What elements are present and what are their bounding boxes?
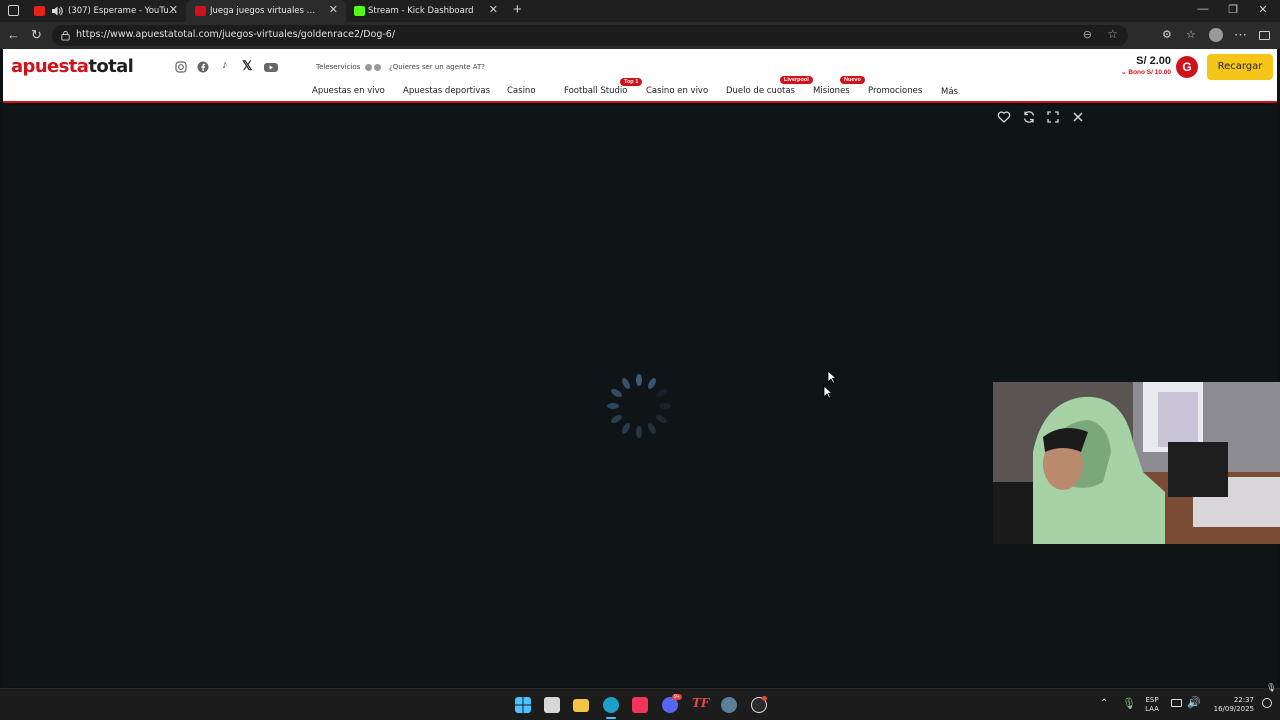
- reload-icon[interactable]: ↻: [31, 28, 42, 42]
- sidebar-toggle-icon[interactable]: [1259, 31, 1270, 40]
- menu-mas[interactable]: Más: [941, 87, 958, 97]
- reader-icon[interactable]: ⊖: [1083, 28, 1092, 41]
- tab-apuestatotal[interactable]: Juega juegos virtuales Online | Apuesta …: [186, 0, 346, 22]
- agente-link[interactable]: ¿Quieres ser un agente AT?: [389, 63, 485, 71]
- menu-football-studio[interactable]: Football Studio: [564, 86, 627, 96]
- user-avatar[interactable]: G: [1176, 56, 1198, 78]
- menu-duelo-de-cuotas[interactable]: Duelo de cuotas: [726, 86, 795, 96]
- nuevo-badge: Nuevo: [840, 76, 865, 84]
- active-app-indicator: [606, 717, 616, 719]
- menu-misiones[interactable]: Misiones: [813, 86, 850, 96]
- windows-start-icon[interactable]: [515, 697, 531, 713]
- edge-browser-icon[interactable]: [603, 697, 619, 713]
- apuestatotal-logo[interactable]: apuestatotal: [11, 56, 134, 77]
- favorites-icon[interactable]: ☆: [1186, 28, 1196, 42]
- top1-badge: Top 1: [620, 78, 643, 86]
- clock-date: 16/09/2025: [1213, 705, 1254, 713]
- teleservicios-link[interactable]: Teleservicios: [316, 63, 360, 71]
- new-tab-icon[interactable]: +: [513, 2, 522, 18]
- bonus-text: Bono S/ 10.00: [1128, 69, 1171, 76]
- network-icon[interactable]: [1171, 699, 1182, 707]
- notification-icon[interactable]: [1262, 698, 1272, 708]
- instagram-icon[interactable]: [175, 61, 187, 73]
- keyboard-layout-text: LAA: [1145, 705, 1159, 713]
- taskbar-mic-indicator-icon: 🎙: [1266, 683, 1277, 692]
- discord-notification-badge: 9+: [672, 694, 682, 700]
- x-icon[interactable]: 𝕏: [242, 58, 252, 74]
- volume-icon[interactable]: 🔊: [1187, 696, 1201, 709]
- site-info-icon[interactable]: [60, 30, 71, 41]
- more-options-icon[interactable]: ⋯: [1234, 28, 1247, 42]
- menu-promociones[interactable]: Promociones: [868, 86, 922, 96]
- clock[interactable]: 22:37 16/09/2025: [1206, 696, 1254, 714]
- url-text: https://www.apuestatotal.com/juegos-virt…: [76, 29, 396, 40]
- close-tab-icon[interactable]: ✕: [169, 4, 178, 16]
- menu-apuestas-deportivas[interactable]: Apuestas deportivas: [403, 86, 490, 96]
- minimize-icon[interactable]: —: [1195, 3, 1211, 15]
- tab-title: (307) Esperame - YouTube: [68, 6, 178, 16]
- loading-spinner-icon: [607, 374, 671, 438]
- language-indicator[interactable]: ESP LAA: [1142, 696, 1162, 714]
- recording-dot-icon: [762, 696, 767, 701]
- browser-tab-strip: (307) Esperame - YouTube ✕ Juega juegos …: [0, 0, 1280, 22]
- tab-youtube[interactable]: (307) Esperame - YouTube ✕: [26, 0, 186, 22]
- tab-actions-icon[interactable]: [8, 5, 19, 16]
- phone-icon[interactable]: [364, 63, 372, 71]
- restore-icon[interactable]: ❐: [1225, 3, 1241, 16]
- tab-title: Juega juegos virtuales Online | Apuesta …: [210, 6, 320, 16]
- close-game-icon[interactable]: [1071, 110, 1085, 124]
- windows-taskbar: 9+ TF ⌃ 🎙 ESP LAA 🔊 22:37 16/09/2025 🎙: [0, 683, 1280, 720]
- clock-time: 22:37: [1233, 696, 1254, 704]
- steam-icon[interactable]: [721, 697, 737, 713]
- mouse-cursor-icon: [823, 385, 833, 399]
- youtube-favicon-icon: [34, 6, 45, 16]
- webcam-overlay: [993, 382, 1280, 544]
- facebook-icon[interactable]: [197, 61, 209, 73]
- language-text: ESP: [1145, 696, 1159, 704]
- microphone-icon[interactable]: 🎙: [1122, 697, 1136, 710]
- tab-title: Stream - Kick Dashboard: [368, 6, 474, 16]
- close-tab-icon[interactable]: ✕: [489, 4, 498, 16]
- menu-casino[interactable]: Casino: [507, 86, 536, 96]
- balance-amount: S/ 2.00: [1136, 55, 1171, 67]
- profile-avatar[interactable]: [1209, 28, 1223, 42]
- menu-apuestas-en-vivo[interactable]: Apuestas en vivo: [312, 86, 385, 96]
- whatsapp-icon[interactable]: [373, 63, 381, 71]
- balance-block[interactable]: S/ 2.00 ⌄ Bono S/ 10.00: [1121, 55, 1171, 76]
- address-bar[interactable]: https://www.apuestatotal.com/juegos-virt…: [52, 25, 1128, 46]
- music-app-icon[interactable]: [632, 697, 648, 713]
- microsoft-store-icon[interactable]: [544, 697, 560, 713]
- favorite-star-icon[interactable]: ☆: [1107, 27, 1118, 41]
- apuestatotal-favicon-icon: [195, 6, 206, 16]
- site-header: apuestatotal ♪ 𝕏 Teleservicios ¿Quieres …: [3, 49, 1277, 103]
- fullscreen-icon[interactable]: [1046, 110, 1060, 124]
- back-icon[interactable]: ←: [7, 28, 20, 42]
- webcam-image: [993, 382, 1280, 544]
- youtube-icon[interactable]: [264, 61, 278, 73]
- teleservicios-row: Teleservicios ¿Quieres ser un agente AT?: [316, 63, 485, 71]
- liverpool-badge: Liverpool: [780, 76, 813, 84]
- heart-icon[interactable]: [997, 110, 1011, 124]
- close-tab-icon[interactable]: ✕: [329, 4, 338, 16]
- kick-favicon-icon: [354, 6, 365, 16]
- file-explorer-icon[interactable]: [573, 699, 589, 712]
- speaker-icon[interactable]: [51, 5, 63, 17]
- recharge-button[interactable]: Recargar: [1207, 54, 1273, 80]
- menu-casino-en-vivo[interactable]: Casino en vivo: [646, 86, 708, 96]
- browser-toolbar: ← ↻ https://www.apuestatotal.com/juegos-…: [0, 22, 1280, 49]
- mouse-cursor-icon: [827, 370, 837, 384]
- close-window-icon[interactable]: ✕: [1255, 3, 1271, 16]
- bonus-amount: ⌄ Bono S/ 10.00: [1121, 68, 1171, 76]
- tab-kick[interactable]: Stream - Kick Dashboard ✕: [346, 0, 506, 22]
- logo-part-total: total: [88, 56, 134, 77]
- refresh-icon[interactable]: [1022, 110, 1036, 124]
- tiktok-icon[interactable]: ♪: [222, 59, 228, 71]
- extensions-icon[interactable]: ⚙: [1162, 28, 1172, 42]
- tray-overflow-icon[interactable]: ⌃: [1100, 698, 1108, 709]
- logo-part-apuesta: apuesta: [11, 56, 89, 77]
- tf-app-icon[interactable]: TF: [692, 696, 709, 710]
